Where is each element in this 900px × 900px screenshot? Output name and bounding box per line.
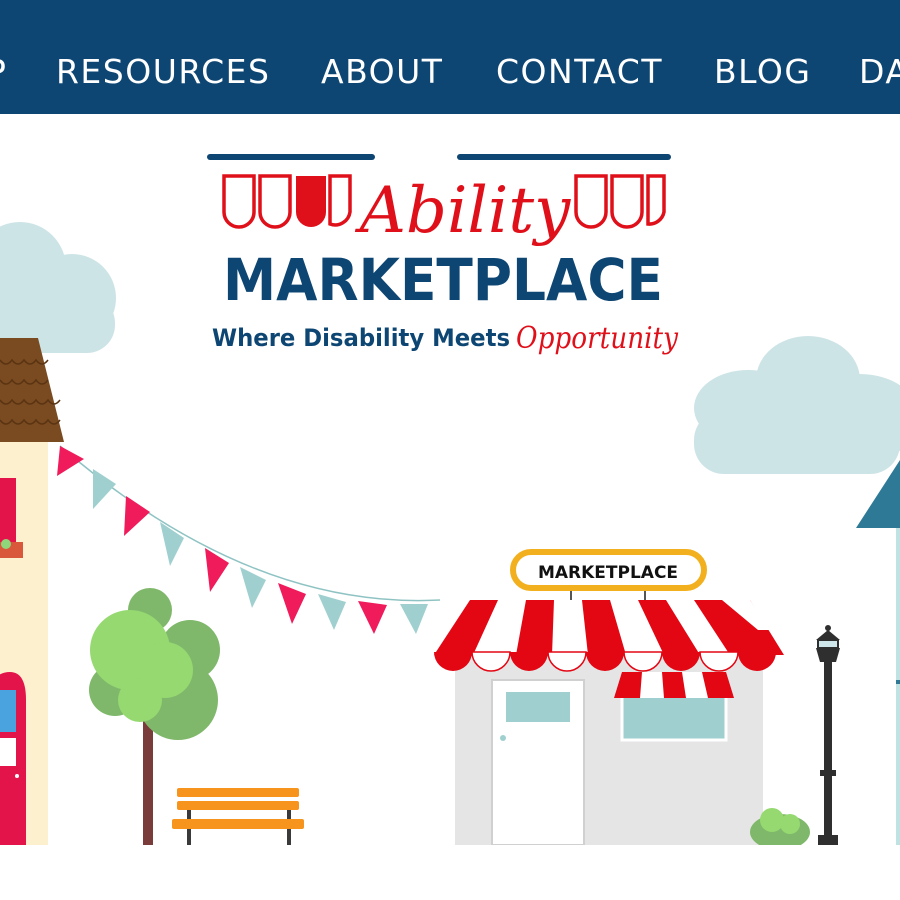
cloud-left [0, 222, 116, 353]
right-building [856, 460, 900, 845]
top-navigation: P RESOURCES ABOUT CONTACT BLOG DA [0, 0, 900, 114]
nav-item-contact[interactable]: CONTACT [496, 52, 663, 92]
bench [172, 788, 304, 845]
nav-item-partial-left[interactable]: P [0, 52, 7, 92]
window-shutter [0, 478, 16, 544]
shop-sign-text: MARKETPLACE [538, 563, 678, 583]
lamp-post [816, 625, 840, 845]
cloud-right [694, 336, 900, 474]
shop-window [620, 692, 728, 742]
ability-marketplace-logo: Ability MARKETPLACE Where Disability Mee… [207, 154, 679, 356]
nav-item-about[interactable]: ABOUT [321, 52, 443, 92]
logo-tagline-script: Opportunity [516, 321, 679, 356]
bunting-flags [57, 446, 428, 634]
hero-illustration: MARKETPLACE Ability MARKETPLACE Where Di… [0, 154, 900, 845]
logo-script-word: Ability [355, 174, 571, 248]
hero-banner: MARKETPLACE Ability MARKETPLACE Where Di… [0, 114, 900, 845]
logo-main-word: MARKETPLACE [223, 246, 663, 314]
logo-tagline: Where Disability Meets [212, 324, 510, 352]
marketplace-shop: MARKETPLACE [434, 549, 784, 845]
nav-item-blog[interactable]: BLOG [714, 52, 811, 92]
nav-item-partial-right[interactable]: DA [859, 52, 900, 92]
left-house [0, 338, 64, 845]
nav-item-resources[interactable]: RESOURCES [56, 52, 270, 92]
